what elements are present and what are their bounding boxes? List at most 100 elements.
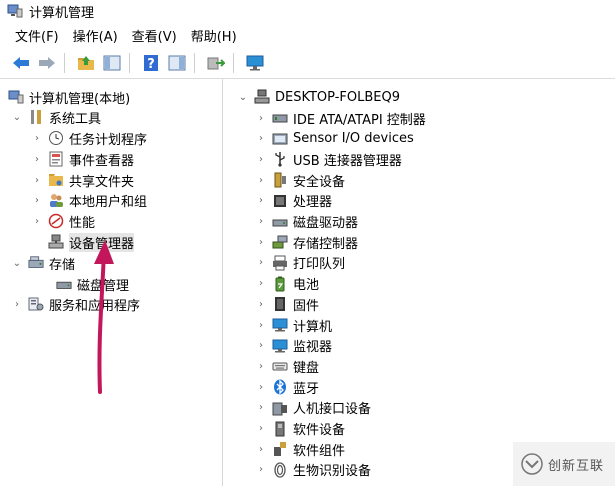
- device-category-label: Sensor I/O devices: [293, 131, 414, 147]
- chevron-right-icon[interactable]: ›: [256, 175, 266, 186]
- device-category[interactable]: › 键盘: [256, 356, 319, 376]
- back-arrow-icon[interactable]: [10, 52, 32, 74]
- device-category[interactable]: › 处理器: [256, 191, 332, 211]
- chevron-right-icon[interactable]: ›: [256, 382, 266, 393]
- tree-label: 设备管理器: [69, 232, 135, 252]
- chevron-right-icon[interactable]: ›: [256, 444, 266, 455]
- computer-management-icon: [7, 4, 23, 18]
- device-category[interactable]: › 固件: [256, 294, 319, 314]
- device-category[interactable]: › Sensor I/O devices: [256, 129, 414, 149]
- help-icon[interactable]: ?: [140, 52, 162, 74]
- keyboard-icon: [272, 358, 288, 374]
- menu-view[interactable]: 查看(V): [125, 26, 184, 45]
- properties-icon[interactable]: [166, 52, 188, 74]
- device-category-label: 键盘: [293, 360, 320, 376]
- forward-arrow-icon[interactable]: [36, 52, 58, 74]
- menu-action[interactable]: 操作(A): [66, 26, 125, 45]
- chevron-right-icon[interactable]: ›: [256, 133, 266, 144]
- device-category[interactable]: › 软件设备: [256, 419, 345, 439]
- chevron-right-icon[interactable]: ›: [256, 154, 266, 165]
- toolbar-separator: [233, 53, 234, 73]
- device-category[interactable]: › 磁盘驱动器: [256, 212, 358, 232]
- export-list-icon[interactable]: [205, 52, 227, 74]
- chevron-right-icon[interactable]: ›: [12, 299, 22, 310]
- menu-help[interactable]: 帮助(H): [184, 26, 244, 45]
- device-category[interactable]: › 存储控制器: [256, 232, 358, 252]
- tree-item-services-apps[interactable]: › 服务和应用程序: [12, 294, 140, 314]
- chevron-right-icon[interactable]: ›: [256, 402, 266, 413]
- tree-label: 存储: [49, 257, 76, 273]
- tree-label: 系统工具: [49, 111, 102, 127]
- device-category-label: 人机接口设备: [293, 402, 372, 418]
- device-category[interactable]: › 打印队列: [256, 253, 345, 273]
- tree-item-device-manager[interactable]: 设备管理器: [48, 232, 135, 252]
- chevron-down-icon[interactable]: ⌄: [12, 258, 22, 269]
- window-title: 计算机管理: [29, 5, 95, 21]
- chevron-right-icon[interactable]: ›: [32, 133, 42, 144]
- chevron-right-icon[interactable]: ›: [256, 340, 266, 351]
- chevron-right-icon[interactable]: ›: [256, 113, 266, 124]
- tree-item-disk-management[interactable]: 磁盘管理: [56, 274, 129, 294]
- computer-icon: [272, 317, 288, 333]
- software-device-icon: [272, 421, 288, 437]
- up-folder-icon[interactable]: [75, 52, 97, 74]
- software-component-icon: [272, 441, 288, 457]
- tree-label: 性能: [69, 215, 96, 231]
- tree-label: 磁盘管理: [77, 278, 130, 294]
- chevron-down-icon[interactable]: ⌄: [12, 112, 22, 123]
- chevron-right-icon[interactable]: ›: [256, 195, 266, 206]
- chevron-right-icon[interactable]: ›: [256, 278, 266, 289]
- device-category[interactable]: › 人机接口设备: [256, 398, 371, 418]
- chevron-right-icon[interactable]: ›: [32, 195, 42, 206]
- chevron-right-icon[interactable]: ›: [256, 216, 266, 227]
- tree-item-performance[interactable]: › 性能: [32, 211, 95, 231]
- chevron-right-icon[interactable]: ›: [256, 464, 266, 475]
- chevron-down-icon[interactable]: ⌄: [238, 92, 248, 103]
- chevron-right-icon[interactable]: ›: [256, 320, 266, 331]
- device-category-label: 固件: [293, 298, 320, 314]
- watermark-text: 创新互联: [548, 458, 605, 474]
- device-category[interactable]: › 蓝牙: [256, 377, 319, 397]
- tree-item-event-viewer[interactable]: › 事件查看器: [32, 149, 134, 169]
- storage-icon: [28, 255, 44, 271]
- shared-folder-icon: [48, 172, 64, 188]
- chevron-right-icon[interactable]: ›: [256, 257, 266, 268]
- tree-label: 计算机管理(本地): [29, 91, 131, 107]
- device-category-label: 安全设备: [293, 174, 346, 190]
- tree-item-shared-folders[interactable]: › 共享文件夹: [32, 170, 134, 190]
- tree-item-system-tools[interactable]: ⌄ 系统工具: [12, 107, 101, 127]
- chevron-right-icon[interactable]: ›: [256, 361, 266, 372]
- tree-root[interactable]: 计算机管理(本地): [8, 87, 130, 107]
- monitor-icon[interactable]: [244, 52, 266, 74]
- chuangxin-logo-icon: [521, 453, 543, 475]
- chevron-right-icon[interactable]: ›: [256, 237, 266, 248]
- tree-label: 任务计划程序: [69, 132, 148, 148]
- device-category[interactable]: › 软件组件: [256, 439, 345, 459]
- chevron-right-icon[interactable]: ›: [32, 154, 42, 165]
- processor-icon: [272, 193, 288, 209]
- firmware-icon: [272, 296, 288, 312]
- device-category[interactable]: › 监视器: [256, 336, 332, 356]
- chevron-right-icon[interactable]: ›: [256, 299, 266, 310]
- tree-item-storage[interactable]: ⌄ 存储: [12, 253, 75, 273]
- users-group-icon: [48, 192, 64, 208]
- device-category-label: 存储控制器: [293, 236, 359, 252]
- device-category[interactable]: › USB 连接器管理器: [256, 149, 402, 169]
- chevron-right-icon[interactable]: ›: [256, 423, 266, 434]
- tree-item-local-users-groups[interactable]: › 本地用户和组: [32, 190, 147, 210]
- title-bar: 计算机管理: [0, 0, 615, 22]
- device-category[interactable]: › 电池: [256, 274, 319, 294]
- menu-file[interactable]: 文件(F): [0, 26, 66, 45]
- navigation-tree: 计算机管理(本地) ⌄ 系统工具 › 任务计划程序 › 事件查看器 › 共享文件…: [0, 79, 223, 486]
- device-tree-root[interactable]: ⌄ DESKTOP-FOLBEQ9: [238, 87, 400, 107]
- device-category[interactable]: › IDE ATA/ATAPI 控制器: [256, 108, 426, 128]
- chevron-right-icon[interactable]: ›: [32, 216, 42, 227]
- chevron-right-icon[interactable]: ›: [32, 175, 42, 186]
- device-category[interactable]: › 安全设备: [256, 170, 345, 190]
- tree-item-task-scheduler[interactable]: › 任务计划程序: [32, 128, 147, 148]
- show-hide-tree-icon[interactable]: [101, 52, 123, 74]
- device-category[interactable]: › 生物识别设备: [256, 460, 371, 480]
- performance-icon: [48, 213, 64, 229]
- device-tree: ⌄ DESKTOP-FOLBEQ9 › IDE ATA/ATAPI 控制器 › Sen…: [228, 79, 615, 486]
- device-category[interactable]: › 计算机: [256, 315, 332, 335]
